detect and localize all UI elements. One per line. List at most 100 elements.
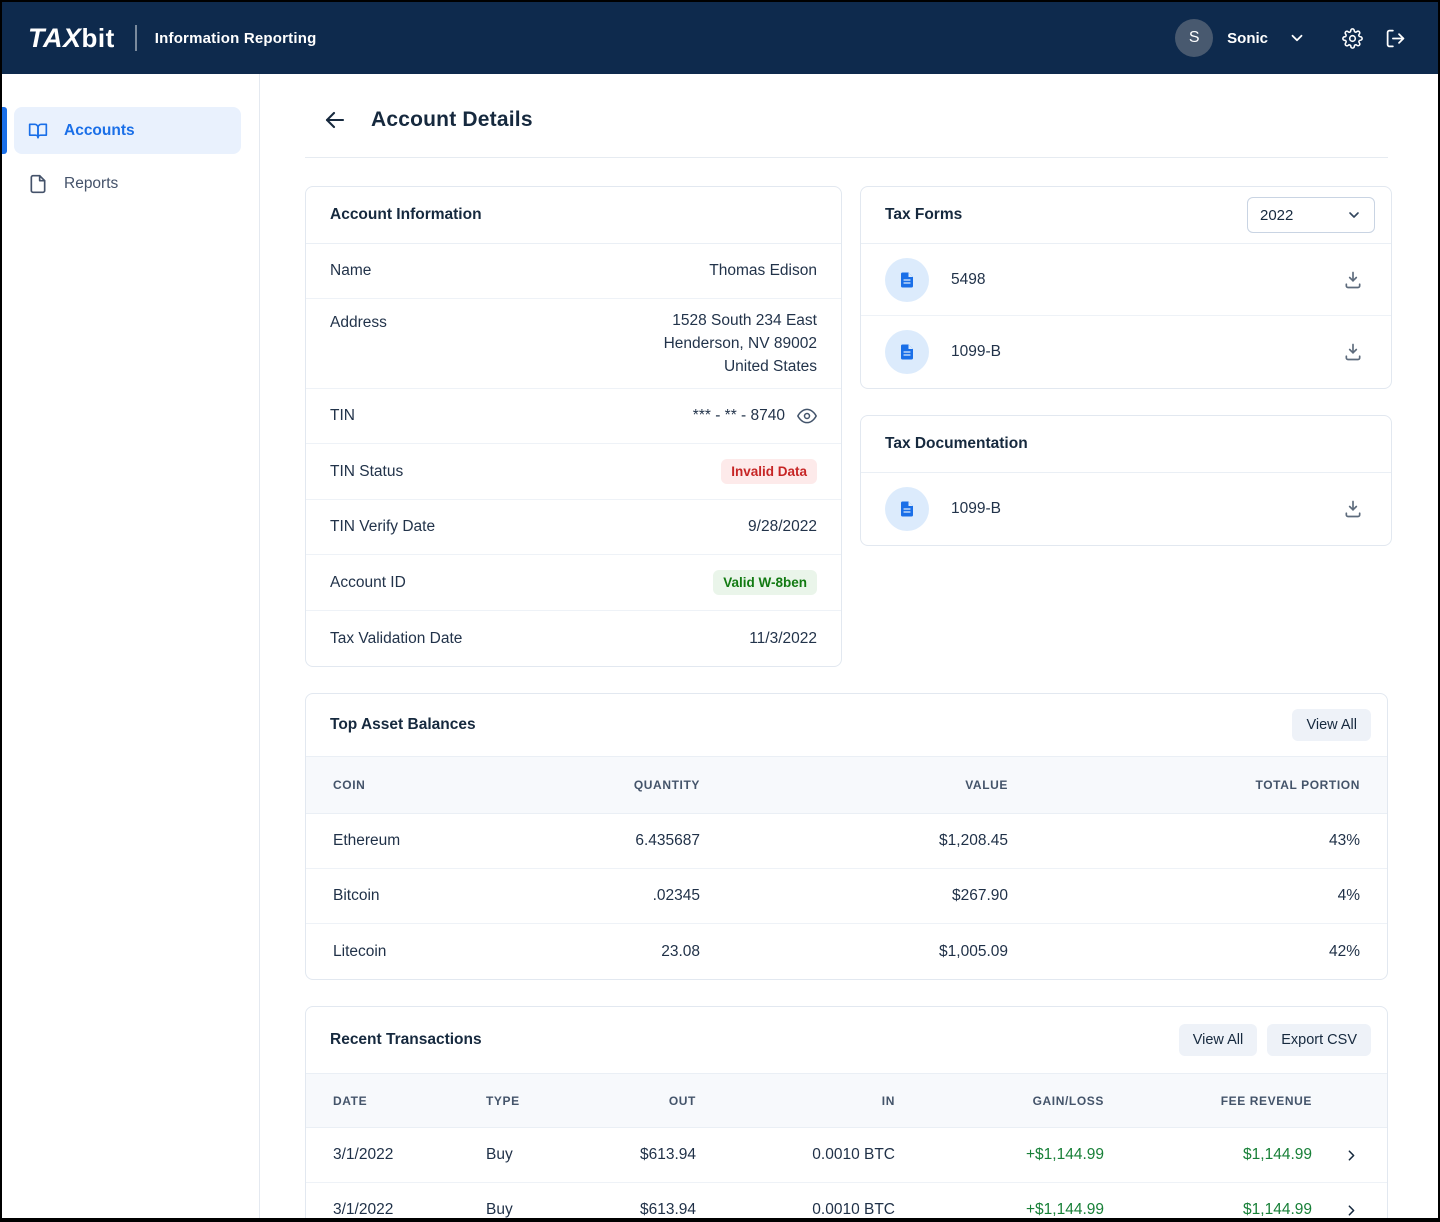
avatar[interactable]: S [1175, 19, 1213, 57]
tax-documentation-card: Tax Documentation 1099-B [860, 415, 1392, 546]
user-menu-chevron-down-icon[interactable] [1284, 25, 1310, 51]
document-icon [28, 174, 48, 194]
tx-in: 0.0010 BTC [696, 1201, 895, 1218]
info-label: Address [330, 309, 387, 332]
title-divider [305, 157, 1388, 158]
top-asset-balances-card: Top Asset Balances View All Coin Quantit… [305, 693, 1388, 980]
tx-gain-loss: +$1,144.99 [895, 1146, 1104, 1164]
column-header-out: Out [576, 1094, 696, 1108]
info-row-tin-status: TIN Status Invalid Data [306, 444, 841, 500]
document-file-icon [885, 487, 929, 531]
transactions-table-header: Date Type Out In Gain/Loss Fee Revenue [306, 1073, 1387, 1128]
reveal-tin-eye-icon[interactable] [797, 406, 817, 426]
asset-portion: 4% [1008, 887, 1360, 905]
info-label: Tax Validation Date [330, 630, 462, 648]
open-book-icon [28, 121, 48, 141]
asset-coin: Litecoin [333, 943, 493, 961]
asset-quantity: 6.435687 [493, 832, 700, 850]
export-csv-button[interactable]: Export CSV [1267, 1024, 1371, 1056]
column-header-quantity: Quantity [493, 778, 700, 792]
active-indicator-bar [2, 107, 7, 154]
tax-form-row-5498: 5498 [861, 244, 1391, 316]
year-select[interactable]: 2022 [1247, 197, 1375, 233]
sidebar-item-reports[interactable]: Reports [14, 160, 241, 207]
download-icon[interactable] [1339, 495, 1367, 523]
transaction-row[interactable]: 3/1/2022 Buy $613.94 0.0010 BTC +$1,144.… [306, 1128, 1387, 1183]
view-all-button[interactable]: View All [1179, 1024, 1258, 1056]
address-line: Henderson, NV 89002 [664, 332, 817, 355]
info-row-tin: TIN *** - ** - 8740 [306, 389, 841, 444]
tx-date: 3/1/2022 [333, 1146, 486, 1164]
column-header-gain-loss: Gain/Loss [895, 1094, 1104, 1108]
tax-forms-card: Tax Forms 2022 [860, 186, 1392, 389]
info-value-address: 1528 South 234 East Henderson, NV 89002 … [664, 309, 817, 378]
avatar-initial: S [1189, 29, 1200, 47]
tax-documentation-row-1099b: 1099-B [861, 473, 1391, 545]
sidebar: Accounts Reports [2, 74, 260, 1218]
card-title: Account Information [330, 206, 482, 224]
info-row-tin-verify-date: TIN Verify Date 9/28/2022 [306, 500, 841, 555]
asset-quantity: 23.08 [493, 943, 700, 961]
asset-value: $267.90 [700, 887, 1008, 905]
tx-type: Buy [486, 1146, 576, 1164]
logout-icon[interactable] [1381, 24, 1410, 53]
document-file-icon [885, 330, 929, 374]
view-all-button[interactable]: View All [1292, 709, 1371, 741]
account-information-card: Account Information Name Thomas Edison A… [305, 186, 842, 667]
tx-out: $613.94 [576, 1146, 696, 1164]
info-row-account-id: Account ID Valid W-8ben [306, 555, 841, 611]
download-icon[interactable] [1339, 266, 1367, 294]
column-header-coin: Coin [333, 778, 493, 792]
asset-quantity: .02345 [493, 887, 700, 905]
tx-type: Buy [486, 1201, 576, 1218]
main-content: Account Details Account Information Name… [260, 74, 1438, 1218]
sidebar-item-label: Reports [64, 175, 118, 193]
assets-table-header: Coin Quantity Value Total Portion [306, 756, 1387, 814]
taxbit-logo[interactable]: TAXbit [28, 23, 115, 54]
year-select-value: 2022 [1260, 207, 1293, 224]
tax-documentation-name: 1099-B [951, 500, 1001, 518]
info-label: TIN Status [330, 463, 403, 481]
page-title: Account Details [371, 108, 533, 132]
info-value: 11/3/2022 [749, 630, 817, 648]
app-window: TAXbit Information Reporting S Sonic [0, 0, 1440, 1222]
asset-row-ethereum: Ethereum 6.435687 $1,208.45 43% [306, 814, 1387, 869]
back-arrow-icon[interactable] [321, 106, 349, 134]
asset-value: $1,005.09 [700, 943, 1008, 961]
top-navbar: TAXbit Information Reporting S Sonic [2, 2, 1438, 74]
tax-form-name: 1099-B [951, 343, 1001, 361]
tx-in: 0.0010 BTC [696, 1146, 895, 1164]
column-header-fee-revenue: Fee Revenue [1104, 1094, 1312, 1108]
logo-bit-text: bit [82, 23, 115, 54]
info-row-address: Address 1528 South 234 East Henderson, N… [306, 299, 841, 389]
tx-out: $613.94 [576, 1201, 696, 1218]
download-icon[interactable] [1339, 338, 1367, 366]
user-name: Sonic [1227, 30, 1268, 47]
info-label: Account ID [330, 574, 406, 592]
chevron-right-icon[interactable] [1312, 1147, 1360, 1164]
tx-fee-revenue: $1,144.99 [1104, 1146, 1312, 1164]
chevron-right-icon[interactable] [1312, 1202, 1360, 1219]
sidebar-item-accounts[interactable]: Accounts [14, 107, 241, 154]
asset-portion: 43% [1008, 832, 1360, 850]
settings-gear-icon[interactable] [1338, 24, 1367, 53]
info-label: TIN Verify Date [330, 518, 435, 536]
address-line: United States [664, 355, 817, 378]
tx-fee-revenue: $1,144.99 [1104, 1201, 1312, 1218]
column-header-date: Date [333, 1094, 486, 1108]
info-label: TIN [330, 407, 355, 425]
column-header-value: Value [700, 778, 1008, 792]
info-row-name: Name Thomas Edison [306, 244, 841, 299]
asset-row-litecoin: Litecoin 23.08 $1,005.09 42% [306, 924, 1387, 979]
tax-form-name: 5498 [951, 271, 985, 289]
info-value: 9/28/2022 [748, 518, 817, 536]
transaction-row[interactable]: 3/1/2022 Buy $613.94 0.0010 BTC +$1,144.… [306, 1183, 1387, 1218]
tax-form-row-1099b: 1099-B [861, 316, 1391, 388]
info-row-tax-validation-date: Tax Validation Date 11/3/2022 [306, 611, 841, 666]
account-id-badge: Valid W-8ben [713, 570, 817, 595]
column-header-type: Type [486, 1094, 576, 1108]
sidebar-item-label: Accounts [64, 122, 135, 140]
info-value: Thomas Edison [709, 262, 817, 280]
table-title: Top Asset Balances [330, 716, 476, 734]
tin-masked-value: *** - ** - 8740 [693, 407, 785, 425]
